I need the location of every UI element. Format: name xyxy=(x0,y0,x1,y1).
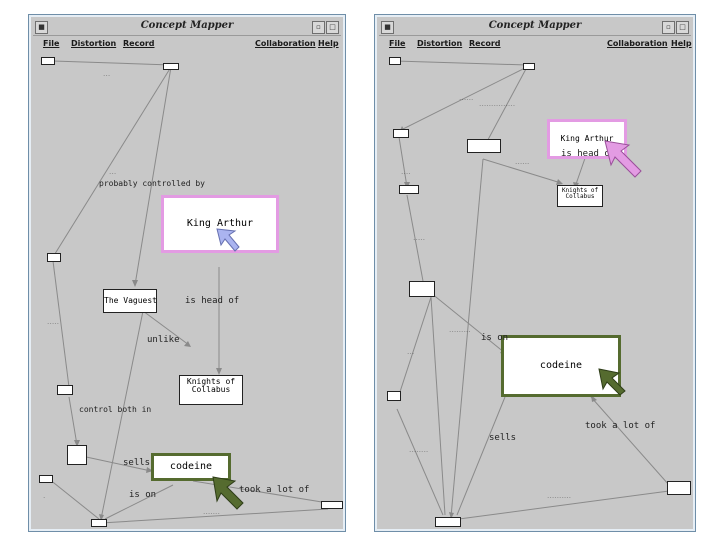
menu-collaboration[interactable]: Collaboration xyxy=(255,39,316,48)
concept-node-the-vaguest[interactable]: The Vaguest xyxy=(103,289,157,313)
concept-mapper-window-left: ■ Concept Mapper ▫ □ File Distortion Rec… xyxy=(28,14,346,532)
concept-node-small[interactable] xyxy=(39,475,53,483)
remote-cursor-arrow-icon xyxy=(216,228,240,252)
concept-node-small[interactable] xyxy=(47,253,61,262)
concept-mapper-window-right: ■ Concept Mapper ▫ □ File Distortion Rec… xyxy=(374,14,696,532)
link-label-tiny: - xyxy=(43,495,46,500)
window-title: Concept Mapper xyxy=(488,20,582,31)
concept-map-canvas[interactable]: King Arthur Knights of Collabus codeine … xyxy=(379,53,691,527)
link-label: sells xyxy=(489,433,517,443)
link-label-tiny: --------- xyxy=(449,329,471,334)
link-label: took a lot of xyxy=(239,485,310,495)
maximize-button[interactable]: □ xyxy=(676,21,689,34)
link-label-tiny: -------- xyxy=(409,449,429,454)
minimize-button[interactable]: ▫ xyxy=(662,21,675,34)
link-label: sells xyxy=(123,458,151,468)
link-label: is on xyxy=(481,333,509,343)
menu-file[interactable]: File xyxy=(389,39,405,48)
link-label: is on xyxy=(129,490,157,500)
concept-node-small[interactable] xyxy=(163,63,179,70)
link-label: unlike xyxy=(147,335,180,345)
menu-collaboration[interactable]: Collaboration xyxy=(607,39,668,48)
concept-node-small[interactable] xyxy=(91,519,107,527)
link-label: control both in xyxy=(79,405,152,414)
link-label-tiny: --- xyxy=(103,73,111,78)
concept-node-small[interactable] xyxy=(387,391,401,401)
link-label-tiny: ----- xyxy=(413,237,426,242)
concept-node-small[interactable] xyxy=(435,517,461,527)
link-label-tiny: ---------- xyxy=(547,495,572,500)
menu-record[interactable]: Record xyxy=(123,39,155,48)
link-label-tiny: --- xyxy=(109,171,117,176)
concept-node-small[interactable] xyxy=(409,281,435,297)
local-cursor-arrow-icon xyxy=(598,368,626,396)
menu-help[interactable]: Help xyxy=(671,39,692,48)
concept-node-small[interactable] xyxy=(57,385,73,395)
link-label: is head of xyxy=(185,296,240,306)
concept-map-canvas[interactable]: King Arthur The Vaguest Knights of Colla… xyxy=(33,53,343,527)
concept-node-small[interactable] xyxy=(523,63,535,70)
concept-node-small[interactable] xyxy=(667,481,691,495)
menu-bar: File Distortion Record Collaboration Hel… xyxy=(33,37,341,51)
menu-distortion[interactable]: Distortion xyxy=(71,39,116,48)
link-label-tiny: ------ xyxy=(459,97,474,102)
link-label: probably controlled by xyxy=(99,179,205,188)
concept-node-knights[interactable]: Knights of Collabus xyxy=(557,185,603,207)
title-bar[interactable]: ■ Concept Mapper ▫ □ xyxy=(33,19,341,36)
concept-node-small[interactable] xyxy=(399,185,419,194)
menu-bar: File Distortion Record Collaboration Hel… xyxy=(379,37,692,51)
concept-node-small[interactable] xyxy=(467,139,501,153)
menu-file[interactable]: File xyxy=(43,39,59,48)
concept-node-small[interactable] xyxy=(321,501,343,509)
title-bar[interactable]: ■ Concept Mapper ▫ □ xyxy=(379,19,691,36)
link-label-tiny: --- xyxy=(407,351,415,356)
concept-node-small[interactable] xyxy=(67,445,87,465)
link-label-tiny: ---- xyxy=(401,171,411,176)
concept-node-knights[interactable]: Knights of Collabus xyxy=(179,375,243,405)
local-cursor-arrow-icon xyxy=(212,476,244,510)
menu-record[interactable]: Record xyxy=(469,39,501,48)
concept-node-small[interactable] xyxy=(389,57,401,65)
remote-cursor-arrow-icon xyxy=(604,140,642,178)
maximize-button[interactable]: □ xyxy=(326,21,339,34)
window-title: Concept Mapper xyxy=(140,20,234,31)
menu-distortion[interactable]: Distortion xyxy=(417,39,462,48)
concept-node-small[interactable] xyxy=(393,129,409,138)
link-label: took a lot of xyxy=(585,421,656,431)
minimize-button[interactable]: ▫ xyxy=(312,21,325,34)
menu-help[interactable]: Help xyxy=(318,39,339,48)
link-label-tiny: --------------- xyxy=(479,103,516,108)
link-label-tiny: ------ xyxy=(515,161,530,166)
concept-node-small[interactable] xyxy=(41,57,55,65)
link-label-tiny: ----- xyxy=(47,321,60,326)
